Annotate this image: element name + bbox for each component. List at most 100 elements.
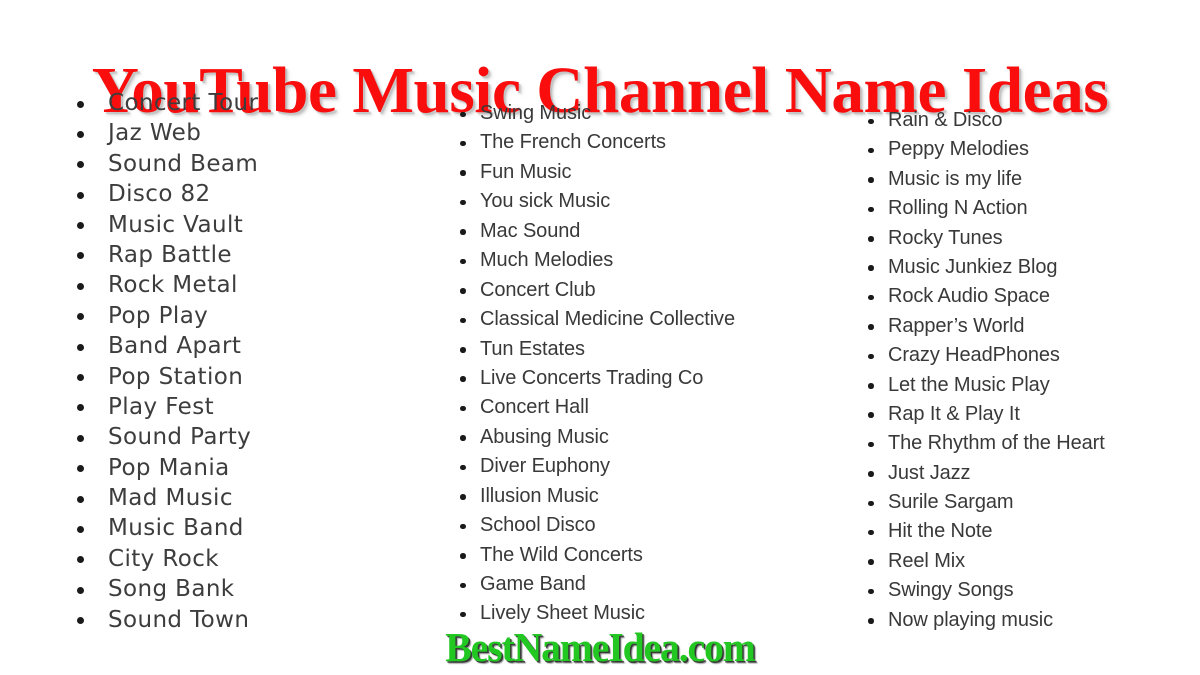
list-item-label: Music Vault (108, 211, 244, 238)
bullet-icon (868, 412, 874, 418)
list-item: Rap It & Play It (860, 400, 1105, 429)
list-item: Music Junkiez Blog (860, 253, 1105, 282)
list-item: Swing Music (452, 99, 735, 128)
list-item: Music Vault (72, 210, 258, 240)
list-item-label: Just Jazz (888, 461, 971, 484)
list-item: Live Concerts Trading Co (452, 364, 735, 393)
bullet-icon (460, 347, 466, 353)
bullet-icon (77, 525, 84, 533)
list-item: Reel Mix (860, 547, 1105, 576)
list-item-label: Fun Music (480, 160, 572, 183)
bullet-icon (77, 343, 84, 351)
list-item: Rapper’s World (860, 312, 1105, 341)
list-item: Band Apart (72, 331, 258, 361)
list-item: The French Concerts (452, 128, 735, 157)
list-item-label: The French Concerts (480, 131, 666, 154)
list-item-label: Sound Party (108, 424, 252, 451)
bullet-icon (460, 405, 466, 412)
bullet-icon (460, 199, 466, 206)
list-item: Disco 82 (72, 179, 258, 209)
list-item-label: Disco 82 (108, 181, 211, 208)
list-item-label: Reel Mix (888, 549, 965, 572)
list-item: Music Band (72, 513, 258, 543)
list-item: Play Fest (72, 392, 258, 422)
list-item-label: Hit the Note (888, 520, 993, 543)
list-item: The Wild Concerts (452, 541, 735, 570)
list-item: Rock Metal (72, 270, 258, 300)
list-item: School Disco (452, 511, 735, 540)
list-item: You sick Music (452, 187, 735, 216)
list-item-label: Pop Station (108, 363, 244, 390)
bullet-icon (868, 618, 874, 624)
list-item: Concert Tour (72, 88, 258, 118)
bullet-icon (460, 494, 466, 500)
bullet-icon (460, 464, 466, 471)
list-item-label: Mad Music (108, 485, 233, 512)
list-item-label: Concert Tour (108, 90, 259, 116)
bullet-icon (868, 353, 874, 360)
list-item-label: Song Bank (108, 576, 235, 603)
bullet-icon (460, 229, 466, 235)
list-item-label: Play Fest (108, 393, 214, 420)
list-item: Pop Play (72, 301, 258, 331)
list-item-label: Concert Club (480, 278, 596, 301)
list-item: Rain & Disco (860, 106, 1105, 135)
list-item-label: The Rhythm of the Heart (888, 432, 1105, 455)
list-item: Sound Beam (72, 149, 258, 179)
bullet-icon (77, 282, 84, 290)
bullet-icon (77, 586, 84, 594)
bullet-icon (460, 170, 466, 176)
list-item-label: School Disco (480, 514, 596, 537)
list-item-label: Swing Music (480, 102, 592, 124)
bullet-icon (868, 588, 874, 595)
list-item-label: Music Junkiez Blog (888, 255, 1058, 278)
name-list-column-2: Swing Music The French Concerts Fun Music Y… (452, 99, 735, 629)
list-item: Much Melodies (452, 246, 735, 275)
list-item: Pop Station (72, 362, 258, 392)
list-item-label: Jaz Web (108, 120, 202, 147)
list-item-label: Rain & Disco (888, 109, 1003, 131)
list-item-label: Peppy Melodies (888, 138, 1029, 161)
bullet-icon (460, 523, 466, 530)
list-item: The Rhythm of the Heart (860, 429, 1105, 458)
bullet-icon (77, 222, 84, 230)
bullet-icon (77, 374, 84, 382)
list-item-label: Rap It & Play It (888, 402, 1020, 425)
bullet-icon (460, 553, 466, 559)
bullet-icon (460, 611, 466, 618)
list-item-label: Abusing Music (480, 425, 609, 448)
bullet-icon (868, 559, 874, 565)
bullet-icon (868, 500, 874, 507)
list-item: Let the Music Play (860, 371, 1105, 400)
list-item: Concert Club (452, 276, 735, 305)
list-item-label: You sick Music (480, 190, 611, 213)
bullet-icon (77, 495, 84, 503)
bullet-icon (868, 118, 874, 124)
bullet-icon (868, 147, 874, 154)
list-item: Rock Audio Space (860, 282, 1105, 311)
list-item-label: The Wild Concerts (480, 543, 643, 566)
list-item-label: Rock Metal (108, 272, 238, 299)
bullet-icon (77, 130, 84, 138)
list-item-label: Band Apart (108, 333, 242, 360)
site-watermark: BestNameIdea.com (445, 624, 756, 670)
list-item: Hit the Note (860, 517, 1105, 546)
list-item-label: Classical Medicine Collective (480, 308, 735, 331)
list-item: Crazy HeadPhones (860, 341, 1105, 370)
bullet-icon (868, 236, 874, 242)
list-item: Mac Sound (452, 217, 735, 246)
bullet-icon (868, 383, 874, 389)
list-item-label: Rocky Tunes (888, 226, 1003, 249)
name-list-column-3: Rain & Disco Peppy Melodies Music is my li… (860, 106, 1105, 635)
list-item: Swingy Songs (860, 576, 1105, 605)
list-item-label: Music is my life (888, 167, 1022, 190)
list-item: Classical Medicine Collective (452, 305, 735, 334)
bullet-icon (77, 191, 84, 199)
name-ideas-columns: Concert Tour Jaz Web Sound Beam Disco 82 Mus… (0, 0, 1200, 675)
bullet-icon (460, 376, 466, 382)
bullet-icon (868, 294, 874, 301)
list-item-label: Game Band (480, 573, 586, 595)
list-item-label: City Rock (108, 545, 219, 572)
list-item: Illusion Music (452, 482, 735, 511)
bullet-icon (868, 529, 874, 536)
